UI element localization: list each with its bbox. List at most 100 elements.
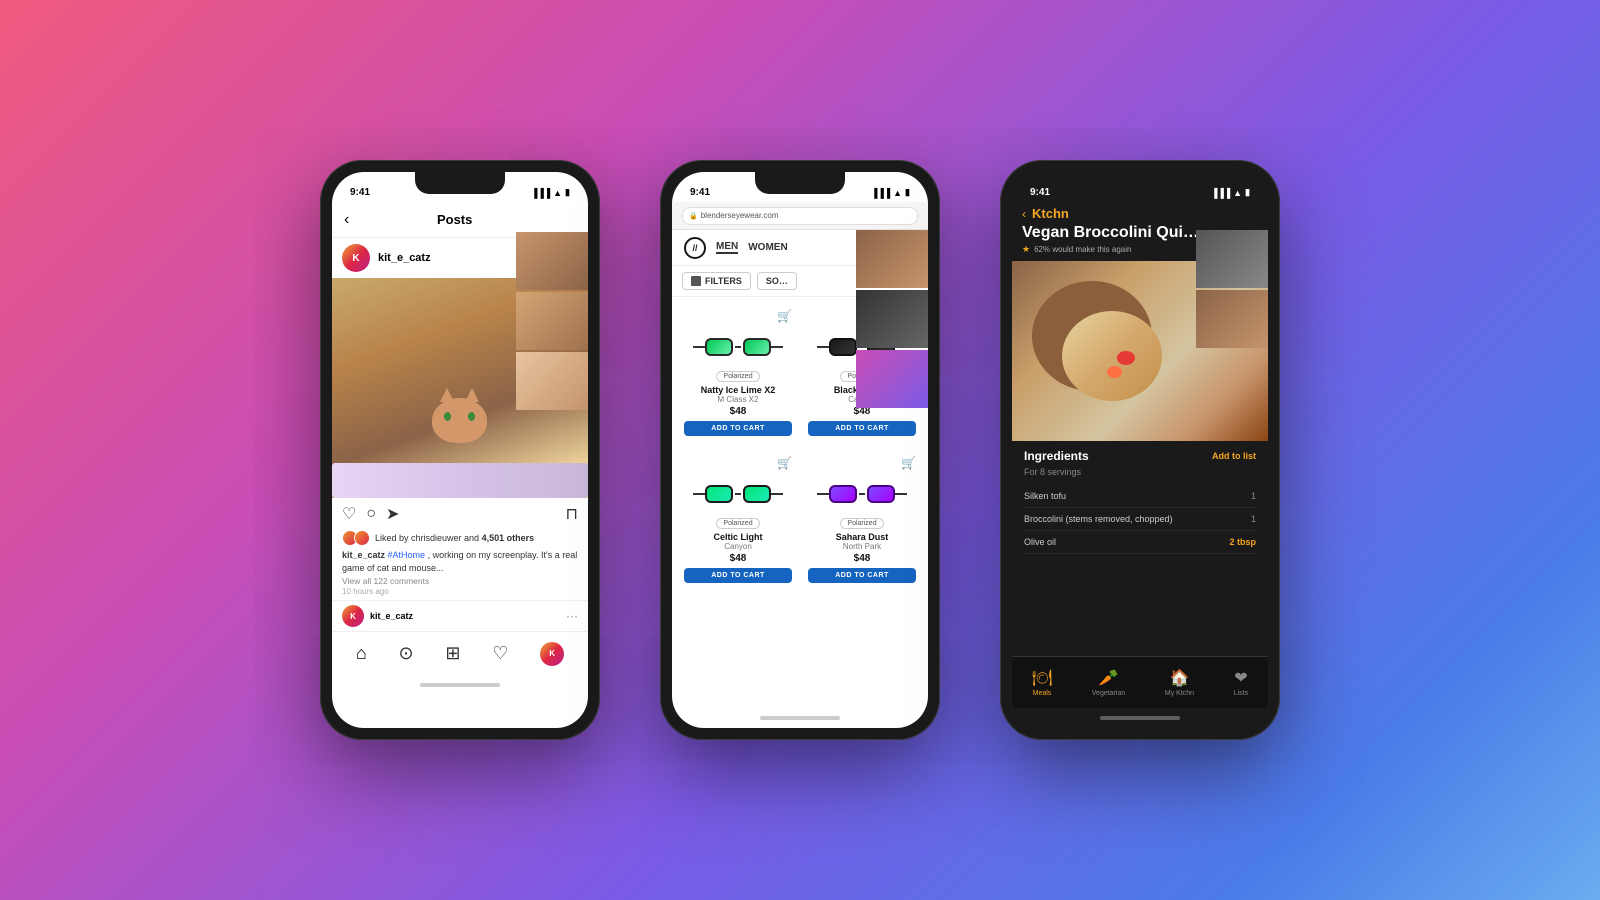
servings-text: For 8 servings	[1024, 467, 1256, 477]
ingredient-name-2: Broccolini (stems removed, chopped)	[1024, 514, 1251, 524]
lens-left-green	[705, 338, 733, 356]
bookmark-button[interactable]: ⊓	[566, 504, 578, 524]
phone-eyewear: 9:41 ▐▐▐ ▲ ▮ 🔒 blenderseyewear.com	[660, 160, 940, 740]
add-to-cart-button-4[interactable]: ADD TO CART	[808, 568, 916, 583]
like-button[interactable]: ♡	[342, 504, 356, 524]
view-comments[interactable]: View all 122 comments	[342, 576, 578, 586]
signal-icon: ▐▐▐	[531, 188, 550, 198]
wifi-icon-eyewear: ▲	[893, 188, 902, 198]
ktchn-video-call[interactable]	[1196, 230, 1268, 348]
tomato-2	[1107, 366, 1122, 378]
ktchn-nav-mykitchn[interactable]: 🏠 My Ktchn	[1165, 668, 1194, 697]
comment-username: kit_e_catz	[370, 611, 560, 621]
video-thumb-2	[516, 292, 588, 350]
sunglasses-green2	[705, 485, 771, 503]
ktchn-nav-meals[interactable]: 🍽 Meals	[1032, 668, 1052, 697]
add-to-list-button[interactable]: Add to list	[1212, 451, 1256, 461]
status-time-ktchn: 9:41	[1030, 187, 1050, 198]
post-caption: Liked by chrisdieuwer and 4,501 others k…	[332, 530, 588, 600]
cat-eye-left	[444, 412, 451, 421]
rating-text: 62% would make this again	[1034, 245, 1131, 254]
share-button[interactable]: ➤	[386, 504, 399, 524]
user-avatar[interactable]: K	[342, 244, 370, 272]
store-video-thumb-2	[856, 290, 928, 348]
cat-ear-right	[465, 388, 479, 402]
meals-label: Meals	[1033, 690, 1052, 697]
lens-left-p	[829, 485, 857, 503]
browser-url-bar[interactable]: 🔒 blenderseyewear.com	[682, 207, 918, 225]
battery-icon: ▮	[565, 187, 570, 198]
ingredient-name-3: Olive oil	[1024, 537, 1229, 547]
ktchn-video-thumb-2	[1196, 290, 1268, 348]
ktchn-bottom-nav: 🍽 Meals 🥕 Vegetarian 🏠 My Ktchn ❤ Lists	[1012, 656, 1268, 708]
status-icons-eyewear: ▐▐▐ ▲ ▮	[871, 187, 910, 198]
profile-nav-button[interactable]: K	[540, 642, 564, 666]
filters-button[interactable]: FILTERS	[682, 272, 751, 290]
ktchn-back-title: ‹ Ktchn	[1022, 206, 1258, 221]
post-username[interactable]: kit_e_catz	[378, 252, 431, 264]
nav-women[interactable]: WOMEN	[748, 242, 787, 253]
comment-avatar[interactable]: K	[342, 605, 364, 627]
ingredients-title: Ingredients	[1024, 449, 1089, 463]
notch	[415, 172, 505, 194]
store-video-call[interactable]	[856, 230, 928, 408]
phone-ktchn: 9:41 ▐▐▐ ▲ ▮ ‹ Ktchn Vegan Broccolini Qu…	[1000, 160, 1280, 740]
bridge-p	[859, 493, 865, 495]
cat-head	[432, 398, 487, 443]
notch-ktchn	[1095, 172, 1185, 194]
product-card-1: 🛒 Polarized Natty Ice Lime X2	[680, 303, 796, 442]
arm-left	[693, 346, 705, 348]
status-icons-ktchn: ▐▐▐ ▲ ▮	[1211, 187, 1250, 198]
comment-button[interactable]: ○	[366, 505, 376, 523]
star-icon: ★	[1022, 244, 1030, 255]
ingredients-header: Ingredients Add to list	[1024, 449, 1256, 463]
cart-icon-1: 🛒	[777, 309, 792, 323]
add-to-cart-button-2[interactable]: ADD TO CART	[808, 421, 916, 436]
quiche-top	[1062, 311, 1162, 401]
instagram-bottom-nav: ⌂ ⊙ ⊞ ♡ K	[332, 631, 588, 675]
ktchn-nav-lists[interactable]: ❤ Lists	[1234, 668, 1248, 697]
video-call-overlay[interactable]	[516, 232, 588, 410]
add-to-cart-button-1[interactable]: ADD TO CART	[684, 421, 792, 436]
lens-right-p	[867, 485, 895, 503]
lens-right-green	[743, 338, 771, 356]
wifi-icon-ktchn: ▲	[1233, 188, 1242, 198]
ktchn-back-button[interactable]: ‹	[1022, 207, 1026, 221]
add-nav-button[interactable]: ⊞	[445, 643, 460, 664]
home-nav-button[interactable]: ⌂	[356, 643, 367, 664]
store-video-thumb-3	[856, 350, 928, 408]
mykitchn-label: My Ktchn	[1165, 690, 1194, 697]
product-name-1: Natty Ice Lime X2	[701, 385, 776, 395]
polarized-badge-3: Polarized	[716, 518, 759, 529]
video-thumb-1	[516, 232, 588, 290]
wifi-icon: ▲	[553, 188, 562, 198]
add-to-cart-button-3[interactable]: ADD TO CART	[684, 568, 792, 583]
keyboard-background	[332, 463, 588, 498]
browser-bar: 🔒 blenderseyewear.com	[672, 202, 928, 230]
ingredient-qty-1: 1	[1251, 491, 1256, 501]
arm-right-p	[895, 493, 907, 495]
search-nav-button[interactable]: ⊙	[399, 643, 414, 664]
meals-icon: 🍽	[1032, 668, 1052, 688]
ktchn-nav-vegetarian[interactable]: 🥕 Vegetarian	[1092, 668, 1125, 697]
store-logo[interactable]: //	[684, 237, 706, 259]
product-sub-3: Canyon	[724, 542, 752, 551]
ktchn-video-thumb-1	[1196, 230, 1268, 288]
ingredients-section: Ingredients Add to list For 8 servings S…	[1012, 441, 1268, 656]
nav-title: Posts	[349, 212, 560, 227]
product-image-4	[822, 474, 902, 514]
filter-icon	[691, 276, 701, 286]
activity-nav-button[interactable]: ♡	[492, 643, 508, 664]
ingredient-qty-2: 1	[1251, 514, 1256, 524]
status-time: 9:41	[350, 187, 370, 198]
product-image-3	[698, 474, 778, 514]
vegetarian-icon: 🥕	[1099, 668, 1119, 688]
sort-button[interactable]: SO…	[757, 272, 797, 290]
ingredient-row-3: Olive oil 2 tbsp	[1024, 531, 1256, 554]
arm-left-black	[817, 346, 829, 348]
product-card-3: 🛒 Polarized Celtic Light	[680, 450, 796, 589]
nav-men[interactable]: MEN	[716, 241, 738, 254]
signal-icon-eyewear: ▐▐▐	[871, 188, 890, 198]
ktchn-screen: 9:41 ▐▐▐ ▲ ▮ ‹ Ktchn Vegan Broccolini Qu…	[1012, 172, 1268, 728]
comment-options[interactable]: ···	[566, 609, 578, 623]
